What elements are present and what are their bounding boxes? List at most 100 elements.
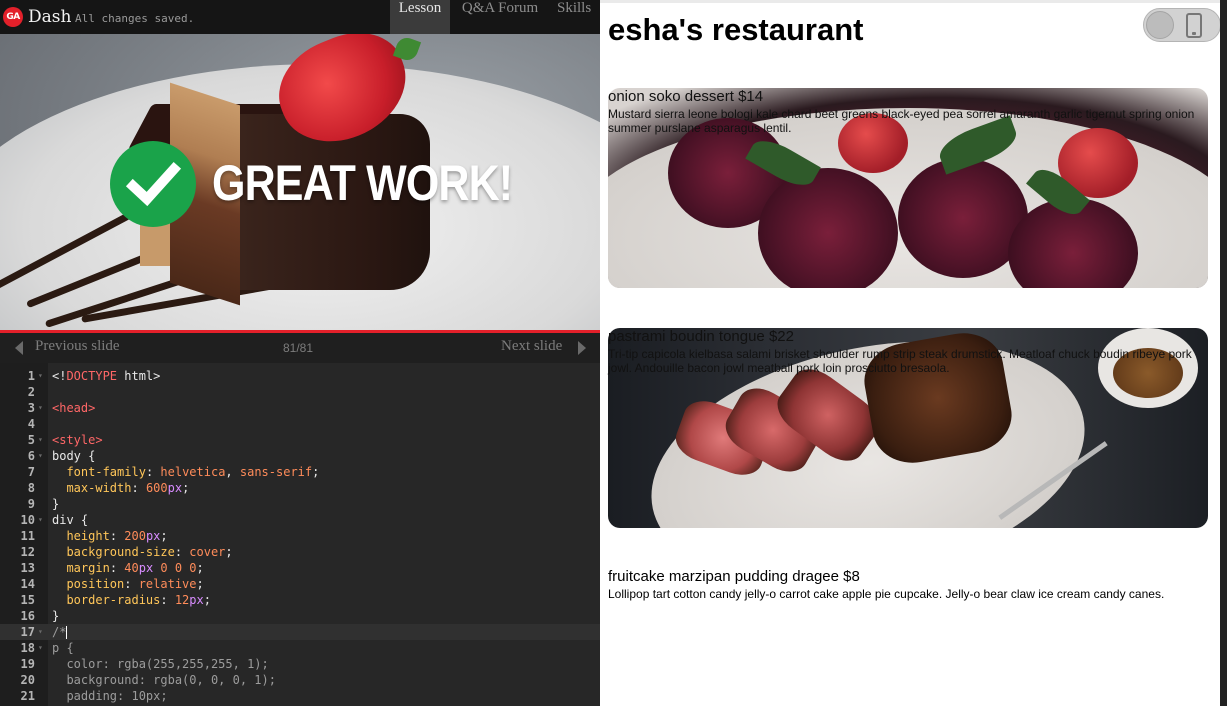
code-line[interactable]: 15 border-radius: 12px; bbox=[0, 592, 600, 608]
code-text[interactable]: border-radius: 12px; bbox=[52, 592, 211, 608]
code-token: font-family bbox=[66, 465, 146, 479]
fold-arrow-icon[interactable]: ▾ bbox=[38, 368, 43, 384]
code-token: max-width bbox=[66, 481, 132, 495]
tab-skills[interactable]: Skills bbox=[550, 0, 600, 34]
code-token: position bbox=[66, 577, 125, 591]
code-text[interactable]: div { bbox=[52, 512, 88, 528]
fold-arrow-icon[interactable]: ▾ bbox=[38, 640, 43, 656]
prev-arrow-icon[interactable] bbox=[15, 341, 23, 355]
code-token: html> bbox=[117, 369, 161, 383]
line-number: 15 bbox=[20, 593, 35, 607]
code-lines[interactable]: 1 ▾ <!DOCTYPE html> 2 3 ▾ <head> 4 5 ▾ <style> 6 ▾ bo… bbox=[0, 368, 600, 704]
ga-logo[interactable]: GA bbox=[3, 7, 23, 27]
code-token: 40 bbox=[124, 561, 139, 575]
preview-border bbox=[600, 0, 1227, 3]
fold-arrow-icon[interactable]: ▾ bbox=[38, 512, 43, 528]
code-line[interactable]: 21 padding: 10px; bbox=[0, 688, 600, 704]
code-line[interactable]: 11 height: 200px; bbox=[0, 528, 600, 544]
code-text[interactable]: } bbox=[52, 608, 59, 624]
code-line[interactable]: 12 background-size: cover; bbox=[0, 544, 600, 560]
line-number: 13 bbox=[20, 561, 35, 575]
code-token: DOCTYPE bbox=[66, 369, 118, 383]
line-number: 6 bbox=[27, 449, 35, 463]
code-text[interactable]: } bbox=[52, 496, 59, 512]
code-line[interactable]: 7 font-family: helvetica, sans-serif; bbox=[0, 464, 600, 480]
code-text[interactable]: /* bbox=[52, 624, 68, 640]
code-line[interactable]: 1 ▾ <!DOCTYPE html> bbox=[0, 368, 600, 384]
line-number: 11 bbox=[20, 529, 35, 543]
code-line[interactable]: 3 ▾ <head> bbox=[0, 400, 600, 416]
previous-slide-button[interactable]: Previous slide bbox=[35, 338, 120, 355]
check-icon bbox=[110, 141, 196, 227]
code-line[interactable]: 16} bbox=[0, 608, 600, 624]
code-text[interactable]: margin: 40px 0 0 0; bbox=[52, 560, 203, 576]
code-editor[interactable]: 1 ▾ <!DOCTYPE html> 2 3 ▾ <head> 4 5 ▾ <style> 6 ▾ bo… bbox=[0, 363, 600, 706]
code-token: div { bbox=[52, 513, 89, 527]
code-token: /* bbox=[52, 625, 67, 639]
code-line[interactable]: 10 ▾ div { bbox=[0, 512, 600, 528]
code-text[interactable]: <!DOCTYPE html> bbox=[52, 368, 160, 384]
beet-slice bbox=[758, 168, 898, 288]
slide-navigation: Previous slide 81/81 Next slide bbox=[0, 333, 600, 363]
code-text[interactable]: p { bbox=[52, 640, 74, 656]
text-cursor bbox=[66, 626, 68, 639]
code-token: : bbox=[145, 465, 161, 479]
code-token: border-radius bbox=[66, 593, 161, 607]
code-token: ; bbox=[312, 465, 320, 479]
next-arrow-icon[interactable] bbox=[578, 341, 586, 355]
code-token: px bbox=[138, 561, 154, 575]
code-text[interactable]: body { bbox=[52, 448, 95, 464]
fold-arrow-icon[interactable]: ▾ bbox=[38, 448, 43, 464]
code-line[interactable]: 9} bbox=[0, 496, 600, 512]
code-text[interactable]: position: relative; bbox=[52, 576, 204, 592]
line-number: 20 bbox=[20, 673, 35, 687]
success-message: GREAT WORK! bbox=[212, 155, 513, 211]
menu-item-title: fruitcake marzipan pudding dragee $8 bbox=[608, 568, 860, 585]
code-line[interactable]: 2 bbox=[0, 384, 600, 400]
code-text[interactable]: height: 200px; bbox=[52, 528, 167, 544]
menu-item-title: pastrami boudin tongue $22 bbox=[608, 328, 794, 345]
code-text[interactable]: background: rgba(0, 0, 0, 1); bbox=[52, 672, 276, 688]
code-line[interactable]: 4 bbox=[0, 416, 600, 432]
code-text[interactable]: <head> bbox=[52, 400, 95, 416]
app-name[interactable]: Dash bbox=[28, 7, 71, 27]
menu-item-description: Lollipop tart cotton candy jelly-o carro… bbox=[608, 587, 1165, 601]
code-text[interactable]: color: rgba(255,255,255, 1); bbox=[52, 656, 268, 672]
code-text[interactable]: background-size: cover; bbox=[52, 544, 232, 560]
fold-arrow-icon[interactable]: ▾ bbox=[38, 624, 43, 640]
code-line[interactable]: 6 ▾ body { bbox=[0, 448, 600, 464]
code-token: : bbox=[160, 593, 175, 607]
code-token: <head> bbox=[52, 401, 96, 415]
mobile-view-toggle[interactable] bbox=[1143, 8, 1221, 42]
code-text[interactable]: padding: 10px; bbox=[52, 688, 167, 704]
code-token: px bbox=[145, 529, 161, 543]
code-text[interactable]: <style> bbox=[52, 432, 103, 448]
code-token: : bbox=[109, 529, 125, 543]
code-line[interactable]: 8 max-width: 600px; bbox=[0, 480, 600, 496]
code-text[interactable]: font-family: helvetica, sans-serif; bbox=[52, 464, 319, 480]
code-token: ; bbox=[196, 577, 204, 591]
line-number: 19 bbox=[20, 657, 35, 671]
code-line[interactable]: 5 ▾ <style> bbox=[0, 432, 600, 448]
next-slide-button[interactable]: Next slide bbox=[501, 338, 562, 355]
tab-qa-forum[interactable]: Q&A Forum bbox=[452, 0, 548, 34]
code-line[interactable]: 17 ▾ /* bbox=[0, 624, 600, 640]
tab-lesson[interactable]: Lesson bbox=[390, 0, 450, 34]
code-token: 200 bbox=[124, 529, 146, 543]
code-token: background-size bbox=[66, 545, 175, 559]
toggle-knob[interactable] bbox=[1146, 11, 1174, 39]
code-line[interactable]: 20 background: rgba(0, 0, 0, 1); bbox=[0, 672, 600, 688]
fold-arrow-icon[interactable]: ▾ bbox=[38, 432, 43, 448]
code-line[interactable]: 18 ▾ p { bbox=[0, 640, 600, 656]
code-text[interactable]: max-width: 600px; bbox=[52, 480, 189, 496]
code-line[interactable]: 13 margin: 40px 0 0 0; bbox=[0, 560, 600, 576]
code-token: } bbox=[52, 497, 60, 511]
code-token: background: rgba(0, 0, 0, 1); bbox=[52, 673, 276, 687]
fold-arrow-icon[interactable]: ▾ bbox=[38, 400, 43, 416]
code-line[interactable]: 14 position: relative; bbox=[0, 576, 600, 592]
code-line[interactable]: 19 color: rgba(255,255,255, 1); bbox=[0, 656, 600, 672]
